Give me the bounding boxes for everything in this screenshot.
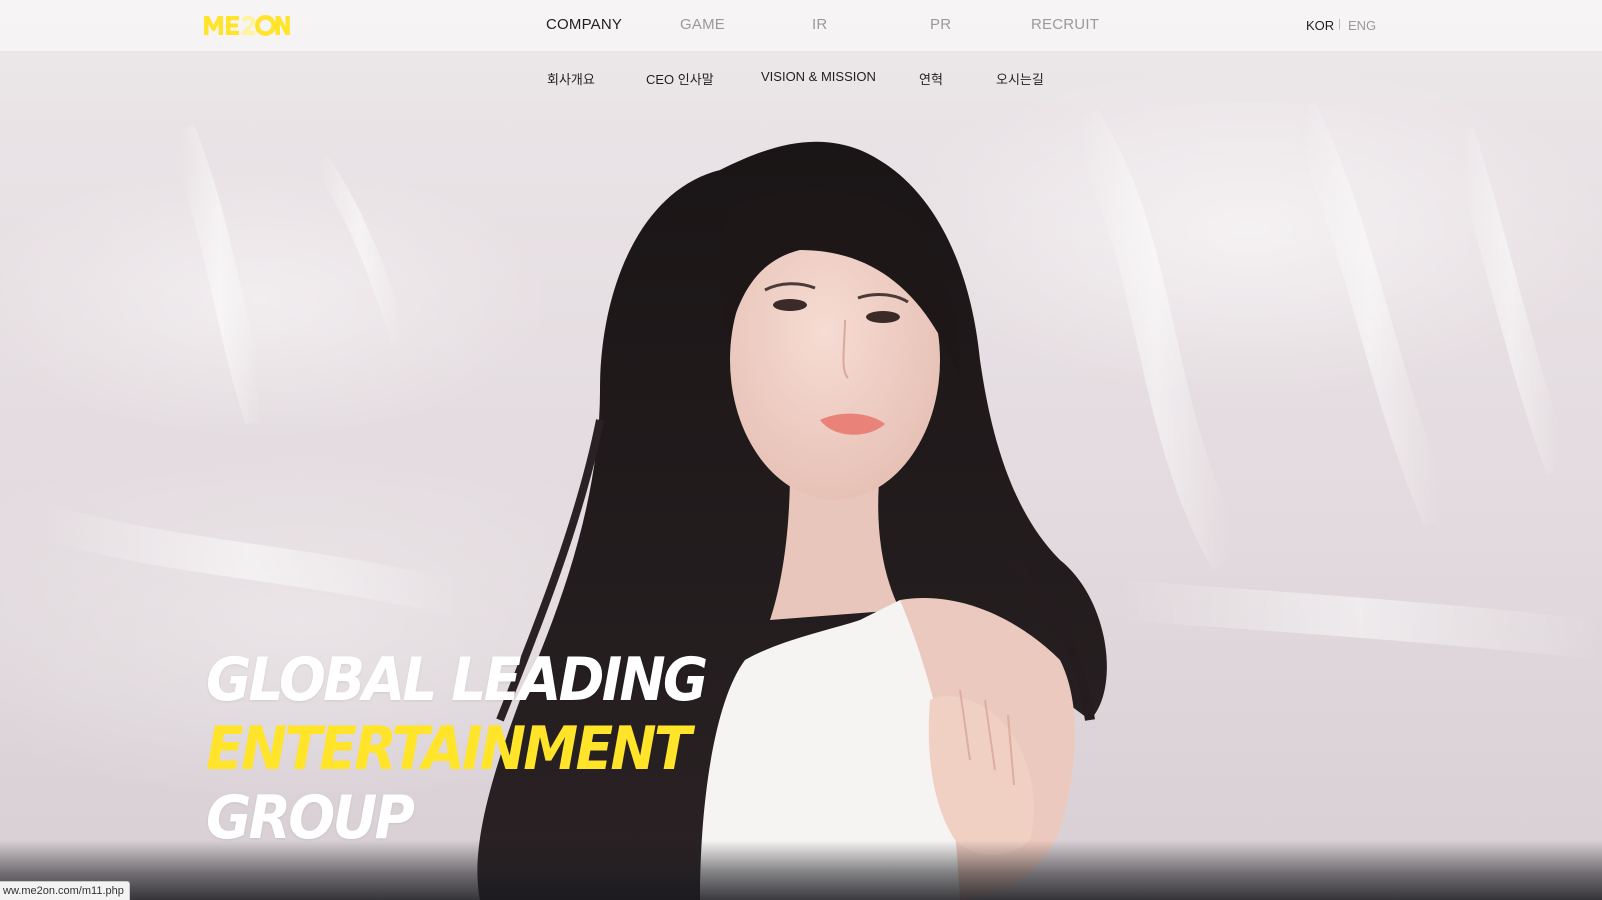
page: COMPANY GAME IR PR RECRUIT KOR | ENG 회사개… (0, 0, 1602, 900)
language-eng[interactable]: ENG (1348, 18, 1376, 33)
menu-game[interactable]: GAME (680, 16, 725, 33)
headline-line-1: GLOBAL LEADING (206, 645, 708, 715)
menu-pr[interactable]: PR (930, 16, 951, 33)
headline-line-2: ENTERTAINMENT (206, 714, 691, 784)
menu-company[interactable]: COMPANY (546, 16, 622, 33)
submenu-company-overview[interactable]: 회사개요 (547, 69, 595, 88)
submenu-history[interactable]: 연혁 (919, 69, 943, 88)
language-kor[interactable]: KOR (1306, 18, 1334, 33)
top-navigation-bar: COMPANY GAME IR PR RECRUIT KOR | ENG (0, 0, 1602, 51)
submenu-directions[interactable]: 오시는길 (996, 69, 1044, 88)
submenu-vision-mission[interactable]: VISION & MISSION (761, 69, 876, 84)
me2on-logo[interactable] (202, 12, 290, 38)
submenu-ceo-greeting[interactable]: CEO 인사말 (646, 69, 714, 88)
menu-ir[interactable]: IR (812, 16, 827, 33)
hero-headline: GLOBAL LEADING ENTERTAINMENT GROUP (206, 645, 708, 853)
status-bar-url: ww.me2on.com/m11.php (0, 881, 130, 900)
headline-line-3: GROUP (206, 783, 415, 853)
sub-navigation-bar: 회사개요 CEO 인사말 VISION & MISSION 연혁 오시는길 (0, 51, 1602, 102)
menu-recruit[interactable]: RECRUIT (1031, 16, 1099, 33)
language-separator: | (1338, 18, 1341, 30)
